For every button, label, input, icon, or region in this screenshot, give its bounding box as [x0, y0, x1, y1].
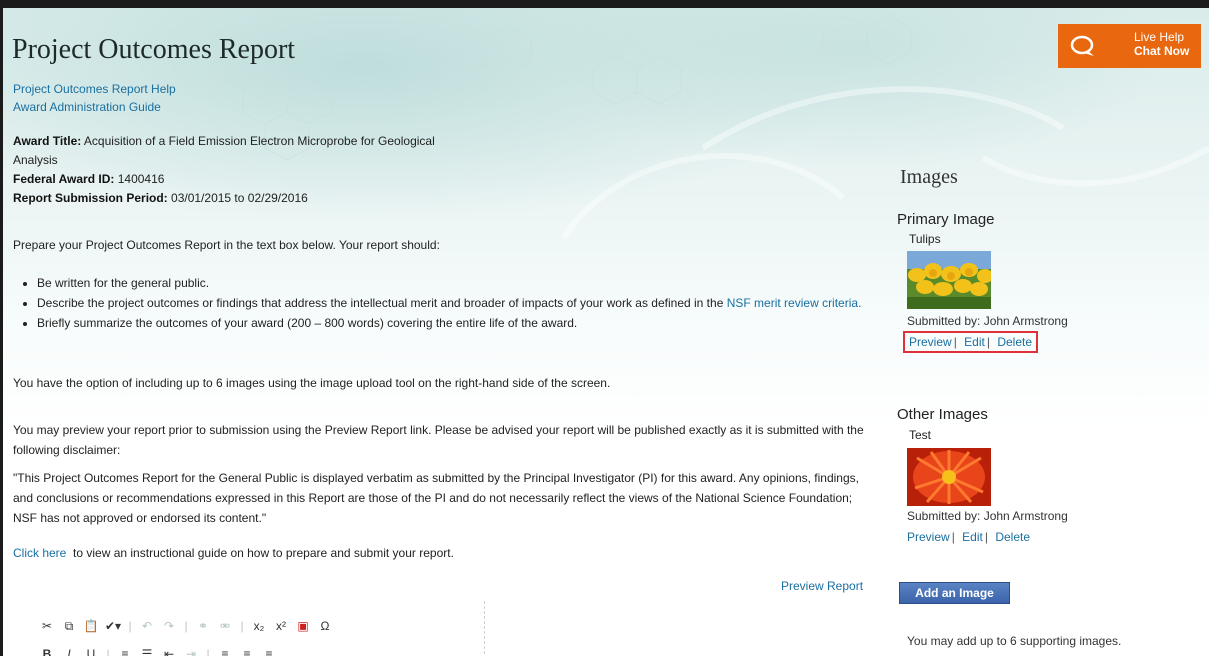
click-here-link[interactable]: Click here: [13, 546, 66, 560]
image-icon[interactable]: ▣: [295, 618, 311, 634]
other-delete-link[interactable]: Delete: [995, 530, 1030, 544]
link-icon[interactable]: ⚭: [195, 618, 211, 634]
superscript-icon[interactable]: x²: [273, 618, 289, 634]
bulleted-list-icon[interactable]: ☰: [139, 646, 155, 656]
toolbar-separator: |: [106, 647, 110, 656]
unlink-icon[interactable]: ⚮: [217, 618, 233, 634]
cut-icon[interactable]: ✂: [39, 618, 55, 634]
other-image-actions: Preview | Edit | Delete: [907, 530, 1030, 544]
award-info: Award Title: Acquisition of a Field Emis…: [13, 132, 463, 208]
images-heading: Images: [900, 166, 958, 188]
align-center-icon[interactable]: ≡: [239, 646, 255, 656]
instructions-list: Be written for the general public. Descr…: [13, 273, 873, 333]
period-value: 03/01/2015 to 02/29/2016: [171, 191, 308, 205]
underline-icon[interactable]: U: [83, 646, 99, 656]
undo-icon[interactable]: ↶: [139, 618, 155, 634]
report-help-link[interactable]: Project Outcomes Report Help: [13, 82, 176, 96]
disclaimer-text: "This Project Outcomes Report for the Ge…: [13, 471, 859, 525]
list-item: Be written for the general public.: [37, 273, 873, 293]
align-left-icon[interactable]: ≡: [217, 646, 233, 656]
outdent-icon[interactable]: ⇤: [161, 646, 177, 656]
redo-icon[interactable]: ↷: [161, 618, 177, 634]
award-id-label: Federal Award ID:: [13, 172, 115, 186]
list-item: Describe the project outcomes or finding…: [37, 293, 873, 313]
admin-guide-link[interactable]: Award Administration Guide: [13, 100, 161, 114]
help-links: Project Outcomes Report Help Award Admin…: [13, 80, 176, 116]
copy-icon[interactable]: ⧉: [61, 618, 77, 634]
special-char-icon[interactable]: Ω: [317, 618, 333, 634]
primary-image-name: Tulips: [909, 232, 941, 246]
chat-now-label: Chat Now: [1134, 44, 1190, 58]
toolbar-separator: |: [240, 619, 244, 633]
primary-delete-link[interactable]: Delete: [997, 335, 1032, 349]
add-image-note: You may add up to 6 supporting images.: [907, 634, 1122, 648]
toolbar-separator: |: [184, 619, 188, 633]
page-frame: Project Outcomes Report Project Outcomes…: [0, 0, 1209, 656]
live-help-button[interactable]: Live Help Chat Now: [1058, 24, 1201, 68]
editor-toolbar-row-2: B I U | ≡ ☰ ⇤ ⇥ | ≡ ≡ ≡: [39, 645, 277, 656]
flower-thumbnail[interactable]: [907, 448, 991, 506]
other-images-heading: Other Images: [897, 406, 988, 423]
instructions-intro: Prepare your Project Outcomes Report in …: [13, 238, 440, 252]
period-label: Report Submission Period:: [13, 191, 168, 205]
bold-icon[interactable]: B: [39, 646, 55, 656]
other-image-name: Test: [909, 428, 932, 442]
toolbar-separator: |: [206, 647, 210, 656]
page-title: Project Outcomes Report: [12, 34, 296, 65]
add-image-button[interactable]: Add an Image: [899, 582, 1010, 604]
tulips-thumbnail[interactable]: [907, 251, 991, 309]
bullet-text: Be written for the general public.: [37, 276, 210, 290]
primary-preview-link[interactable]: Preview: [909, 335, 952, 349]
other-edit-link[interactable]: Edit: [962, 530, 983, 544]
editor-toolbar-row-1: ✂ ⧉ 📋 ✔▾ | ↶ ↷ | ⚭ ⚮ | x₂ x² ▣ Ω: [39, 617, 333, 635]
paste-icon[interactable]: 📋: [83, 618, 99, 634]
preview-report-link[interactable]: Preview Report: [781, 579, 863, 593]
numbered-list-icon[interactable]: ≡: [117, 646, 133, 656]
bullet-text: Describe the project outcomes or finding…: [37, 296, 724, 310]
preview-text: You may preview your report prior to sub…: [13, 423, 864, 457]
rich-text-editor: ✂ ⧉ 📋 ✔▾ | ↶ ↷ | ⚭ ⚮ | x₂ x² ▣ Ω B I U |…: [27, 601, 485, 656]
primary-image-heading: Primary Image: [897, 211, 995, 228]
chat-bubble-icon: [1070, 35, 1094, 56]
image-option-text: You have the option of including up to 6…: [13, 376, 611, 390]
primary-image-actions: Preview | Edit | Delete: [903, 331, 1038, 353]
other-preview-link[interactable]: Preview: [907, 530, 950, 544]
other-submitted-by: Submitted by: John Armstrong: [907, 509, 1068, 523]
indent-icon[interactable]: ⇥: [183, 646, 199, 656]
italic-icon[interactable]: I: [61, 646, 77, 656]
click-here-text: to view an instructional guide on how to…: [73, 546, 454, 560]
merit-criteria-link[interactable]: NSF merit review criteria.: [727, 296, 862, 310]
primary-submitted-by: Submitted by: John Armstrong: [907, 314, 1068, 328]
award-id-value: 1400416: [117, 172, 165, 186]
live-help-label: Live Help: [1134, 30, 1185, 44]
bullet-text: Briefly summarize the outcomes of your a…: [37, 316, 578, 330]
align-right-icon[interactable]: ≡: [261, 646, 277, 656]
award-title-label: Award Title:: [13, 134, 82, 148]
list-item: Briefly summarize the outcomes of your a…: [37, 313, 873, 333]
toolbar-separator: |: [128, 619, 132, 633]
spellcheck-icon[interactable]: ✔▾: [105, 618, 121, 634]
primary-edit-link[interactable]: Edit: [964, 335, 985, 349]
subscript-icon[interactable]: x₂: [251, 618, 267, 634]
